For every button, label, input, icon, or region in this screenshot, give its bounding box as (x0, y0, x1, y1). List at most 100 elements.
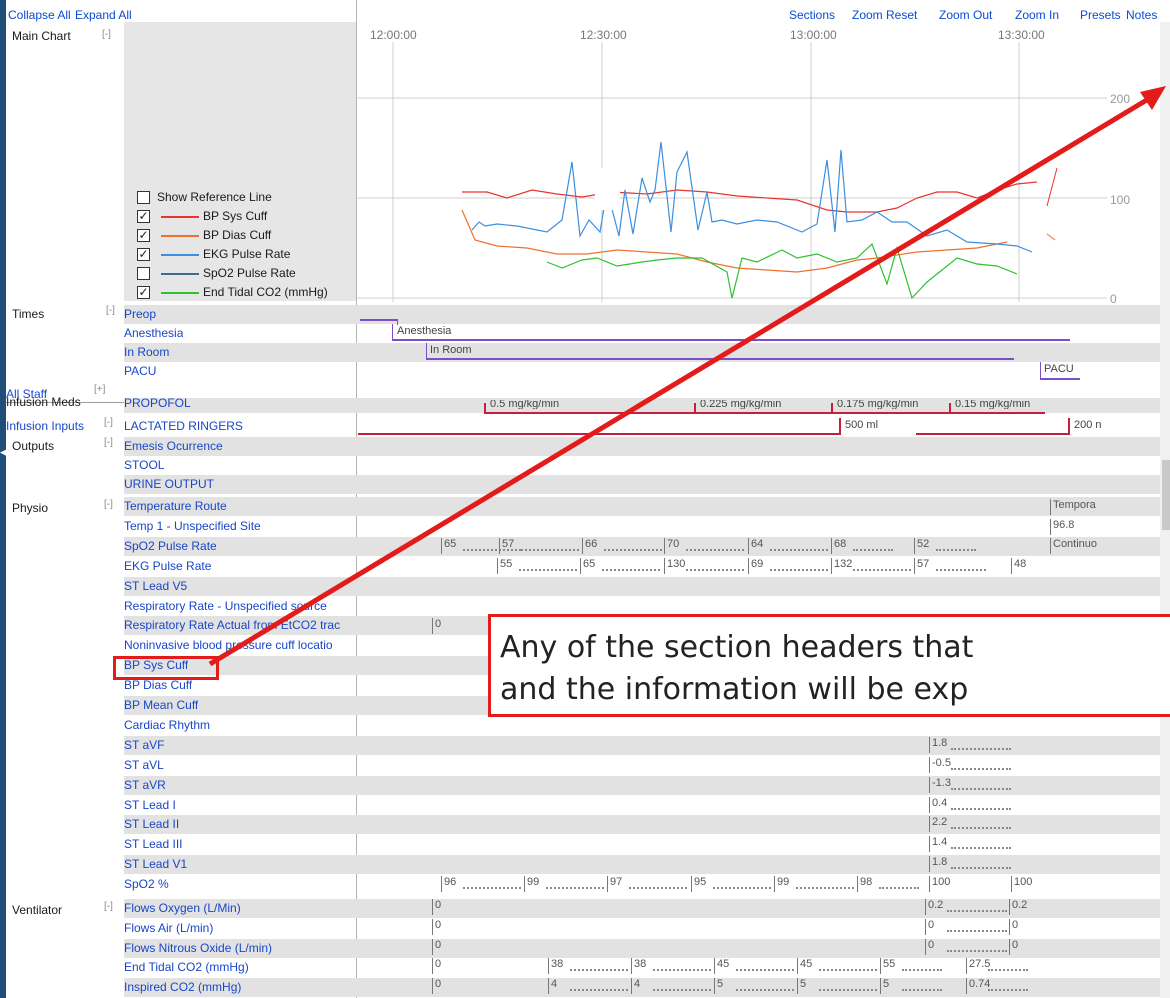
physio-row[interactable]: Temp 1 - Unspecified Site (6, 517, 1170, 536)
physio-row[interactable]: Respiratory Rate - Unspecified source (6, 597, 1170, 616)
value-cell: 1.8 (929, 856, 947, 872)
value-cell: 97 (607, 876, 622, 892)
value-cell: 0 (432, 978, 441, 994)
physio-row[interactable]: ST Lead V5 (6, 576, 1170, 596)
physio-row-label: BP Mean Cuff (124, 698, 199, 712)
outputs-toggle[interactable]: [-] (104, 437, 113, 448)
lr-volume-label: 500 ml (845, 419, 879, 431)
value-cell: 5 (714, 978, 723, 994)
physio-row-label: ST Lead III (124, 837, 183, 852)
dotted-span (936, 567, 986, 571)
all-staff-toggle[interactable]: [+] (94, 384, 105, 395)
dotted-span (602, 567, 660, 571)
physio-row[interactable]: ST Lead I (6, 796, 1170, 815)
infusion-inputs-label[interactable]: Infusion Inputs (6, 419, 84, 433)
outputs-row-urine[interactable]: URINE OUTPUT (6, 475, 1170, 494)
ventilator-row-label: Flows Nitrous Oxide (L/min) (124, 940, 273, 955)
bp-dias-checkbox[interactable]: ✓ (137, 229, 150, 242)
infusion-inputs-toggle[interactable]: [-] (104, 417, 113, 428)
times-row-pacu[interactable]: PACU (6, 362, 1170, 381)
value-cell: 27.5 (966, 958, 990, 974)
physio-row-label: Temp 1 - Unspecified Site (124, 518, 261, 533)
value-cell: 57 (499, 538, 514, 554)
dotted-span (947, 948, 1007, 952)
presets-link[interactable]: Presets (1080, 8, 1121, 22)
expand-all-link[interactable]: Expand All (75, 8, 132, 22)
ekg-pulse-checkbox[interactable]: ✓ (137, 248, 150, 261)
value-cell: 0.2 (1009, 899, 1027, 915)
times-toggle[interactable]: [-] (106, 305, 115, 316)
scrollbar-thumb[interactable] (1162, 460, 1170, 530)
bp-sys-checkbox[interactable]: ✓ (137, 210, 150, 223)
value-cell: 132 (831, 558, 852, 574)
outputs-row-emesis[interactable]: Emesis Ocurrence (6, 437, 1170, 456)
ventilator-toggle[interactable]: [-] (104, 901, 113, 912)
value-cell: 5 (797, 978, 806, 994)
legend-item-etco2[interactable]: ✓ End Tidal CO2 (mmHg) (137, 284, 357, 301)
value-cell: 130 (664, 558, 685, 574)
value-cell: -1.3 (929, 777, 951, 793)
dotted-span (988, 987, 1028, 991)
bp-dias-swatch (161, 235, 199, 237)
value-cell: 98 (857, 876, 872, 892)
dotted-span (570, 987, 628, 991)
etco2-checkbox[interactable]: ✓ (137, 286, 150, 299)
collapse-all-link[interactable]: Collapse All (8, 8, 71, 22)
physio-row[interactable]: Cardiac Rhythm (6, 716, 1170, 735)
spo2-pulse-checkbox[interactable] (137, 267, 150, 280)
value-cell: 0 (432, 958, 441, 974)
value-cell: 4 (631, 978, 640, 994)
physio-toggle[interactable]: [-] (104, 499, 113, 510)
bp-sys-swatch (161, 216, 199, 218)
physio-row-label: ST Lead II (124, 817, 180, 832)
bp-dias-tail-mark (1046, 233, 1056, 241)
legend-item-ekg-pulse[interactable]: ✓ EKG Pulse Rate (137, 246, 357, 263)
main-chart-toggle[interactable]: [-] (102, 29, 111, 40)
value-cell: -0.5 (929, 757, 951, 773)
physio-row-label: ST aVR (124, 777, 166, 792)
dotted-span (853, 547, 893, 551)
lr-volume-bar (916, 433, 1068, 435)
legend-item-spo2-pulse[interactable]: SpO2 Pulse Rate (137, 265, 357, 282)
dotted-span (629, 885, 687, 889)
reference-line-checkbox[interactable] (137, 191, 150, 204)
dotted-span (796, 885, 854, 889)
legend-label: BP Dias Cuff (203, 228, 272, 242)
value-cell: 100 (929, 876, 950, 892)
value-cell: Continuo (1050, 538, 1097, 554)
notes-link[interactable]: Notes (1126, 8, 1157, 22)
ventilator-row-label: Flows Air (L/min) (124, 920, 214, 935)
zoom-in-link[interactable]: Zoom In (1015, 8, 1059, 22)
legend-item-reference-line[interactable]: Show Reference Line (137, 189, 357, 206)
dotted-span (736, 987, 794, 991)
lr-volume-label: 200 n (1074, 419, 1102, 431)
legend-item-bp-dias[interactable]: ✓ BP Dias Cuff (137, 227, 357, 244)
sections-link[interactable]: Sections (789, 8, 835, 22)
propofol-dose-bar (694, 412, 831, 414)
anesthesia-bar-label: Anesthesia (397, 325, 452, 337)
times-section-label: Times (12, 307, 45, 321)
value-cell: 0 (925, 919, 934, 935)
zoom-out-link[interactable]: Zoom Out (939, 8, 992, 22)
physio-row-label: EKG Pulse Rate (124, 558, 212, 573)
legend-item-bp-sys[interactable]: ✓ BP Sys Cuff (137, 208, 357, 225)
physio-row-label: ST Lead I (124, 797, 176, 812)
in-room-bar (426, 358, 1014, 360)
value-cell: 65 (580, 558, 595, 574)
chart-mask (595, 168, 620, 210)
value-cell: 0.2 (925, 899, 943, 915)
dotted-span (951, 865, 1011, 869)
zoom-reset-link[interactable]: Zoom Reset (852, 8, 917, 22)
value-cell: 45 (797, 958, 812, 974)
anesthesia-bar (392, 339, 1070, 341)
ventilator-section-label: Ventilator (12, 903, 63, 917)
physio-section-label: Physio (12, 501, 49, 515)
vitals-line-chart (357, 42, 1107, 302)
physio-row[interactable]: Temperature Route (6, 497, 1170, 516)
times-row-preop[interactable]: Preop (6, 305, 1170, 324)
physio-row-label: SpO2 % (124, 877, 169, 892)
dotted-span (736, 967, 794, 971)
bp-sys-series (462, 181, 1038, 213)
outputs-row-stool[interactable]: STOOL (6, 456, 1170, 475)
dotted-span (947, 908, 1007, 912)
